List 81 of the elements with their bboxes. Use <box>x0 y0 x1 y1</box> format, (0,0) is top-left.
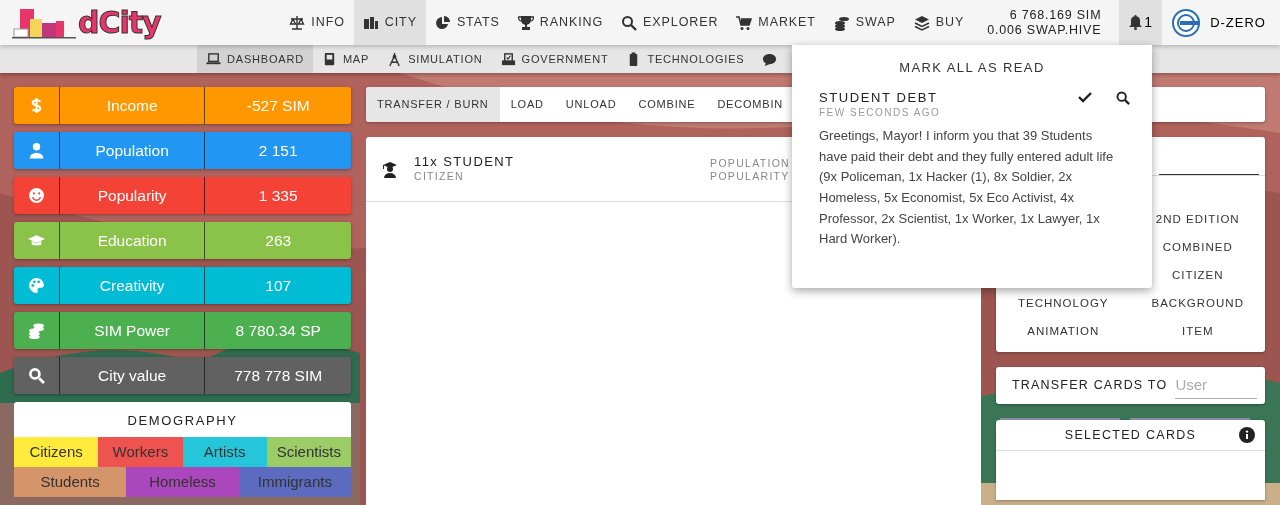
compass-icon <box>387 51 403 67</box>
search-button[interactable] <box>1116 90 1130 105</box>
stat-label: Education <box>97 230 167 251</box>
ballot-box-icon <box>500 51 516 67</box>
balance-text: 6 768.169 SIM <box>1009 7 1102 23</box>
tab[interactable]: UNLOAD <box>554 87 628 122</box>
student-icon <box>382 162 398 178</box>
subnav-link[interactable]: SIMULATION <box>378 45 492 73</box>
avatar-icon <box>1172 8 1201 37</box>
subnav-link[interactable]: GOVERNMENT <box>491 45 618 73</box>
stat-label: Popularity <box>97 185 167 206</box>
demography-tag: Scientists <box>266 436 351 467</box>
tab[interactable]: LOAD <box>499 87 555 122</box>
nav-link[interactable]: SWAP <box>824 0 905 45</box>
demography-tag: Workers <box>98 436 183 467</box>
nav-link[interactable]: BUY <box>904 0 974 45</box>
section-title: SELECTED CARDS <box>1064 426 1197 444</box>
check-icon <box>1078 90 1092 103</box>
demography-tag: Students <box>14 466 127 497</box>
stat-value: 107 <box>265 275 292 296</box>
demography-tag: Homeless <box>126 466 239 497</box>
palette-icon <box>27 277 45 294</box>
notification-button[interactable]: 1 <box>1119 0 1163 45</box>
section-title: DEMOGRAPHY <box>126 412 239 430</box>
nav-link[interactable]: RANKING <box>508 0 613 45</box>
search-icon <box>1116 90 1130 105</box>
tab[interactable]: COMBINE <box>627 87 707 122</box>
nav-link[interactable]: CITY <box>353 0 426 45</box>
stat-value: 8 780.34 SP <box>235 320 321 341</box>
tab[interactable]: TRANSFER / BURN <box>366 87 500 122</box>
balance-text: 0.006 SWAP.HIVE <box>987 22 1102 38</box>
demography-tag: Immigrants <box>238 466 351 497</box>
logo-text: dCity <box>78 7 161 38</box>
subnav-link[interactable]: TECHNOLOGIES <box>617 45 754 73</box>
bell-icon <box>1129 15 1143 30</box>
info-icon <box>1239 427 1255 443</box>
stat-value: 778 778 SIM <box>234 365 323 386</box>
tab[interactable]: DECOMBIN <box>706 87 795 122</box>
card-name: 11x STUDENT <box>414 155 515 170</box>
subnav-link[interactable]: DASHBOARD <box>197 45 313 73</box>
user-menu[interactable]: D-ZERO <box>1162 0 1280 45</box>
speech-bubble-icon <box>762 51 778 67</box>
person-icon <box>27 142 45 159</box>
notification-message: Greetings, Mayor! I inform you that 39 Students have paid their debt and they fully entered adult life (9x Policeman, 1x Hacker (1), 8x Soldier, 2x Homeless, 5x Economist, 5x Eco Activist, 4x Professor, 2x Scientist, 1x Worker, 1x Lawyer, 1x Hard Worker). <box>819 126 1115 249</box>
nav-link[interactable]: STATS <box>425 0 509 45</box>
stat-label: Creativity <box>99 275 165 296</box>
stat-label: City value <box>98 365 167 386</box>
trophy-icon <box>517 14 534 31</box>
coins-icon <box>27 322 45 339</box>
demography-tag: Citizens <box>14 436 99 467</box>
card-attribute: POPULATION <box>710 156 790 170</box>
laptop-icon <box>206 51 221 67</box>
pie-chart-icon <box>434 14 451 31</box>
nav-link[interactable]: INFO <box>280 0 354 45</box>
card-attribute: POPULARITY <box>710 170 790 184</box>
scales-icon <box>289 14 306 31</box>
buildings-icon <box>362 14 379 31</box>
layers-icon <box>913 14 930 31</box>
nav-link[interactable]: MARKET <box>727 0 825 45</box>
search-icon <box>621 14 638 31</box>
stat-value: 263 <box>265 230 292 251</box>
stat-value: 2 151 <box>258 140 298 161</box>
mark-read-button[interactable]: MARK ALL AS READ <box>893 57 1051 79</box>
demography-tag: Artists <box>182 436 267 467</box>
stat-value: 1 335 <box>258 185 298 206</box>
stat-label: Population <box>95 140 169 161</box>
cart-icon <box>736 14 753 31</box>
filter-field[interactable] <box>1159 137 1259 175</box>
stat-label: Income <box>106 95 158 116</box>
stat-label: SIM Power <box>94 320 171 341</box>
field-label: TRANSFER CARDS TO <box>1012 377 1168 395</box>
notification-title: STUDENT DEBT <box>819 90 939 105</box>
subnav-link[interactable]: MAP <box>312 45 379 73</box>
nav-link[interactable]: EXPLORER <box>612 0 728 45</box>
smiley-icon <box>27 187 45 204</box>
card-type: CITIZEN <box>414 169 465 185</box>
stat-value: -527 SIM <box>246 95 310 116</box>
coins-icon <box>833 14 850 31</box>
notification-time: FEW SECONDS AGO <box>819 105 941 120</box>
city-buildings-icon <box>12 6 76 39</box>
check-button[interactable] <box>1078 90 1092 103</box>
